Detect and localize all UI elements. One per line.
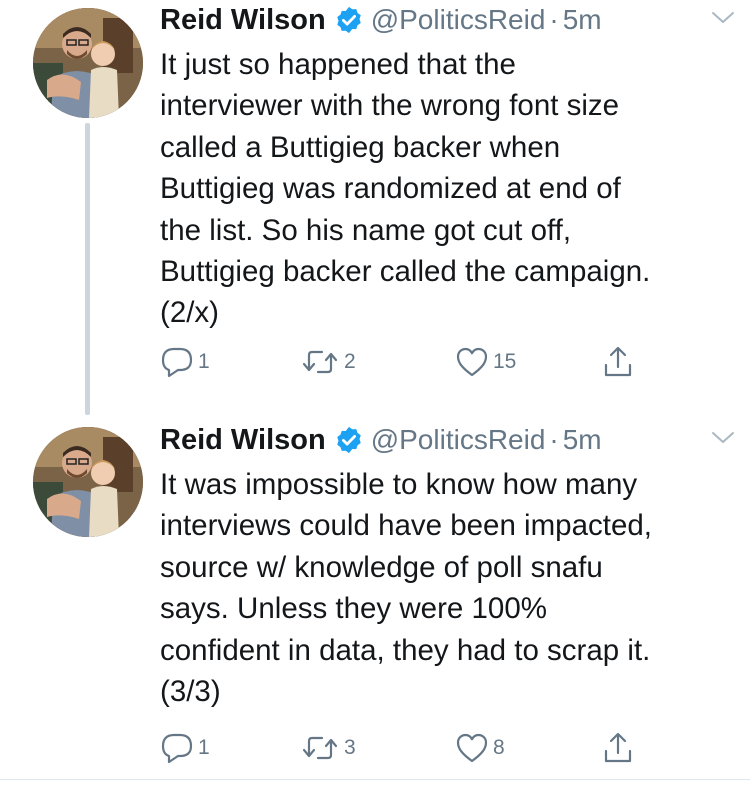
- verified-badge-icon: [336, 6, 361, 34]
- timestamp[interactable]: 5m: [563, 424, 602, 456]
- tweet-actions: 1 3 8: [0, 728, 750, 768]
- separator-dot: ·: [549, 4, 559, 35]
- retweet-icon: [302, 736, 338, 760]
- tweet-header: Reid Wilson @PoliticsReid · 5m: [160, 0, 730, 40]
- retweet-icon: [302, 350, 338, 374]
- share-icon: [604, 346, 632, 377]
- share-icon: [604, 732, 632, 763]
- tweet-text-line: (3/3): [160, 675, 221, 709]
- reply-button[interactable]: 1: [160, 728, 210, 768]
- tweet-text-line: (2/x): [160, 296, 219, 330]
- retweet-button[interactable]: 2: [300, 342, 356, 382]
- share-button[interactable]: [601, 342, 635, 382]
- tweet-text-line: says. Unless they were 100%: [160, 592, 547, 626]
- tweet-actions: 1 2 15: [0, 342, 750, 382]
- author-name[interactable]: Reid Wilson: [160, 424, 326, 457]
- tweet-text-line: interviewer with the wrong font size: [160, 89, 620, 123]
- author-name[interactable]: Reid Wilson: [160, 4, 326, 37]
- avatar[interactable]: [33, 8, 143, 118]
- like-count: 8: [493, 736, 505, 759]
- share-button[interactable]: [601, 728, 635, 768]
- retweet-count: 2: [344, 350, 356, 373]
- separator-dot: ·: [549, 424, 559, 455]
- tweet-text-line: called a Buttigieg backer when: [160, 130, 561, 164]
- verified-badge-icon: [336, 426, 361, 454]
- tweet-header: Reid Wilson @PoliticsReid · 5m: [160, 420, 730, 460]
- timestamp[interactable]: 5m: [563, 4, 602, 36]
- retweet-button[interactable]: 3: [300, 728, 356, 768]
- tweet-text-line: confident in data, they had to scrap it.: [160, 633, 651, 667]
- reply-button[interactable]: 1: [160, 342, 210, 382]
- tweet-text-line: the list. So his name got cut off,: [160, 213, 572, 247]
- avatar[interactable]: [33, 427, 143, 537]
- tweet[interactable]: Reid Wilson @PoliticsReid · 5m It just s…: [0, 0, 750, 420]
- reply-count: 1: [198, 736, 210, 759]
- chevron-down-icon[interactable]: [710, 8, 736, 28]
- like-button[interactable]: 15: [455, 342, 516, 382]
- tweet-text-line: interviews could have been impacted,: [160, 509, 652, 543]
- reply-icon: [161, 347, 193, 378]
- like-button[interactable]: 8: [455, 728, 505, 768]
- tweet[interactable]: Reid Wilson @PoliticsReid · 5m It was im…: [0, 420, 750, 780]
- retweet-count: 3: [344, 736, 356, 759]
- tweet-text-line: Buttigieg was randomized at end of: [160, 172, 621, 206]
- divider: [0, 779, 750, 780]
- author-handle[interactable]: @PoliticsReid: [371, 424, 546, 456]
- heart-icon: [456, 347, 488, 377]
- tweet-text-line: It was impossible to know how many: [160, 468, 638, 501]
- tweet-text-line: It just so happened that the: [160, 48, 516, 81]
- author-handle[interactable]: @PoliticsReid: [371, 4, 546, 36]
- reply-count: 1: [198, 350, 210, 373]
- like-count: 15: [493, 350, 517, 373]
- heart-icon: [456, 733, 488, 763]
- tweet-text-line: Buttigieg backer called the campaign.: [160, 255, 651, 289]
- chevron-down-icon[interactable]: [710, 428, 736, 448]
- tweet-text-line: source w/ knowledge of poll snafu: [160, 550, 603, 584]
- tweet-text: It just so happened that the interviewer…: [160, 44, 735, 334]
- reply-icon: [161, 733, 193, 764]
- tweet-text: It was impossible to know how many inter…: [160, 464, 735, 712]
